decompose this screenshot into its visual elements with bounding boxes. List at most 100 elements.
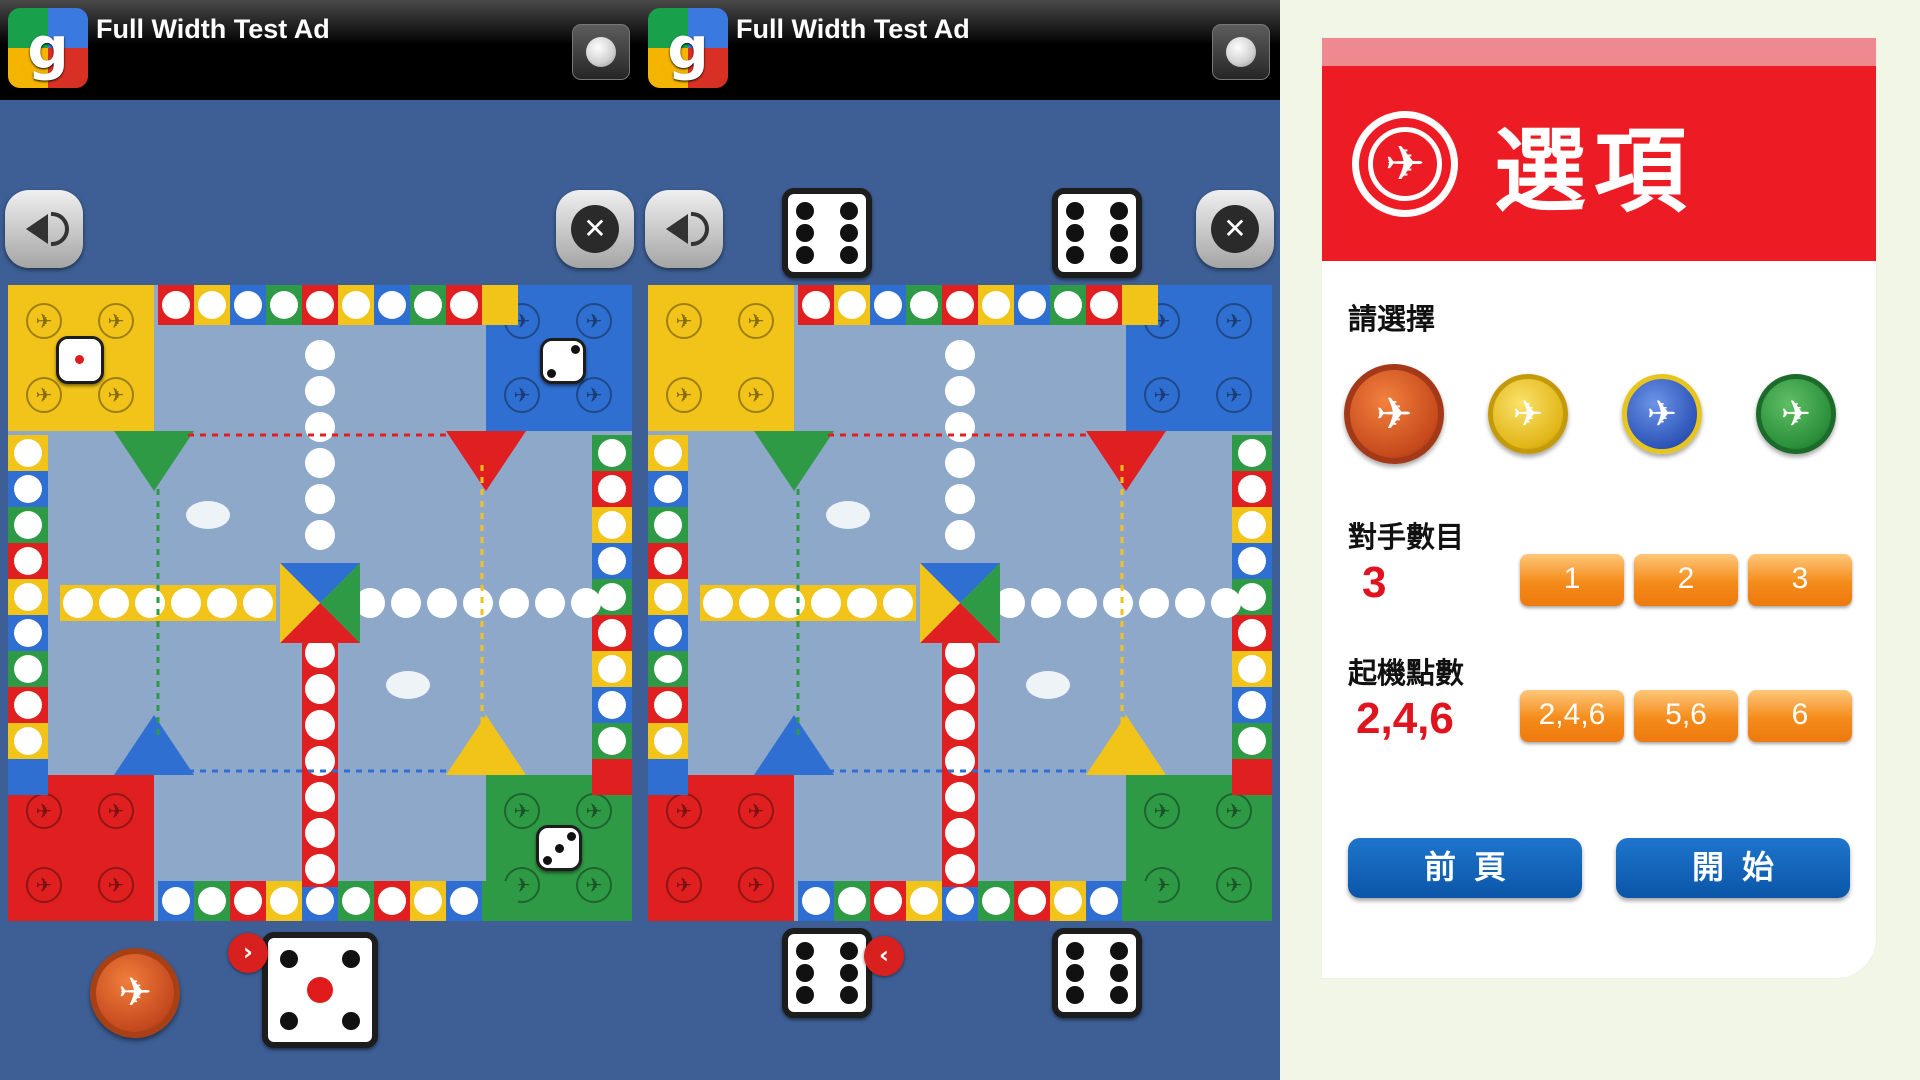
plane-mark-icon: ✈ [108, 383, 125, 407]
lane-dot-green [1175, 588, 1205, 618]
die-bottom-right[interactable] [1052, 928, 1142, 1018]
plane-mark-icon: ✈ [748, 873, 765, 897]
game-board[interactable]: ✈ ✈ ✈ ✈ ✈ ✈ ✈ ✈ ✈ ✈ ✈ ✈ ✈ ✈ ✈ ✈ [648, 285, 1272, 921]
track-dot [1238, 475, 1266, 503]
die-blue-home[interactable] [540, 338, 586, 384]
ad-logo-letter: g [27, 14, 69, 82]
track-dot [982, 291, 1010, 319]
ad-banner[interactable]: g Full Width Test Ad [640, 0, 1280, 100]
track-dot [654, 691, 682, 719]
track-dot [1054, 291, 1082, 319]
takeoff-button-6[interactable]: 6 [1748, 690, 1852, 742]
prev-page-button[interactable]: 前頁 [1348, 838, 1582, 898]
color-option-green[interactable]: ✈ [1756, 374, 1836, 454]
lane-dot-red [305, 782, 335, 812]
plane-mark-icon: ✈ [514, 799, 531, 823]
sound-button[interactable] [5, 190, 83, 268]
plane-mark-icon: ✈ [586, 309, 603, 333]
color-option-red[interactable]: ✈ [1344, 364, 1444, 464]
track-dot [162, 291, 190, 319]
start-button[interactable]: 開始 [1616, 838, 1850, 898]
lane-dot-yellow [739, 588, 769, 618]
die-pip [1110, 986, 1128, 1004]
track-dot [1018, 291, 1046, 319]
lane-dot-green [463, 588, 493, 618]
die-pip [341, 1011, 360, 1030]
close-button[interactable]: ✕ [1196, 190, 1274, 268]
track-dot [802, 887, 830, 915]
track-dot [910, 291, 938, 319]
cloud-icon [826, 501, 870, 529]
die-pip [566, 831, 576, 841]
game-screen-right: g Full Width Test Ad ✕ ✈ ✈ ✈ ✈ ✈ ✈ ✈ ✈ ✈ ✈ ✈ ✈ ✈ ✈ ✈ ✈ … [640, 0, 1280, 1080]
plane-mark-icon: ✈ [514, 383, 531, 407]
close-button[interactable]: ✕ [556, 190, 634, 268]
speaker-icon [666, 214, 688, 244]
lane-dot-green [1139, 588, 1169, 618]
takeoff-label: 起機點數 [1348, 656, 1465, 690]
game-board[interactable]: ✈ ✈ ✈ ✈ ✈ ✈ ✈ ✈ ✈ ✈ ✈ ✈ ✈ ✈ ✈ ✈ [8, 285, 632, 921]
die-pip [840, 986, 858, 1004]
track-dot [654, 655, 682, 683]
ad-title: Full Width Test Ad [96, 14, 330, 44]
die-pip [796, 986, 814, 1004]
track-dot [654, 439, 682, 467]
die-bottom-left[interactable] [782, 928, 872, 1018]
takeoff-button-56[interactable]: 5,6 [1634, 690, 1738, 742]
track-dot [1090, 887, 1118, 915]
track-dot [838, 291, 866, 319]
lane-dot-yellow [207, 588, 237, 618]
opponents-label: 對手數目 [1348, 520, 1465, 554]
track-dot [838, 887, 866, 915]
opponents-button-1[interactable]: 1 [1520, 554, 1624, 606]
cloud-icon [386, 671, 430, 699]
track-dot [1238, 547, 1266, 575]
track-dot [14, 547, 42, 575]
track-dot [874, 887, 902, 915]
die-pip [542, 855, 552, 865]
ad-banner[interactable]: g Full Width Test Ad [0, 0, 640, 100]
die-pip [280, 950, 299, 969]
track-dot [1238, 655, 1266, 683]
lane-dot-green [391, 588, 421, 618]
game-screen-left: g Full Width Test Ad ✕ ✈ ✈ ✈ ✈ ✈ ✈ ✈ ✈ ✈ ✈ ✈ ✈ ✈ ✈ ✈ ✈ … [0, 0, 640, 1080]
lane-dot-blue [305, 340, 335, 370]
opponents-button-3[interactable]: 3 [1748, 554, 1852, 606]
plane-mark-icon: ✈ [36, 383, 53, 407]
die-pip [1110, 964, 1128, 982]
opponents-button-2[interactable]: 2 [1634, 554, 1738, 606]
track-dot [450, 887, 478, 915]
dice-roll-button[interactable] [262, 932, 378, 1048]
die-red-home[interactable] [56, 336, 104, 384]
color-option-yellow[interactable]: ✈ [1488, 374, 1568, 454]
track-square [1122, 285, 1158, 325]
takeoff-button-246[interactable]: 2,4,6 [1520, 690, 1624, 742]
track-dot [654, 619, 682, 647]
track-dot [598, 547, 626, 575]
die-pip [1110, 224, 1128, 242]
lane-dot-yellow [703, 588, 733, 618]
sound-button[interactable] [645, 190, 723, 268]
track-dot [198, 887, 226, 915]
plane-mark-icon: ✈ [586, 799, 603, 823]
track-dot [946, 887, 974, 915]
die-pip [1066, 224, 1084, 242]
lane-dot-red [945, 674, 975, 704]
die-top-right[interactable] [1052, 188, 1142, 278]
corner-triangle [114, 431, 194, 491]
track-dot [342, 887, 370, 915]
options-title: 選項 [1494, 118, 1695, 225]
globe-icon[interactable] [572, 24, 630, 80]
lane-dot-red [305, 710, 335, 740]
die-top-left[interactable] [782, 188, 872, 278]
lane-dot-yellow [883, 588, 913, 618]
track-dot [654, 475, 682, 503]
globe-icon[interactable] [1212, 24, 1270, 80]
die-green-home[interactable] [536, 825, 582, 871]
track-dot [234, 291, 262, 319]
lane-dot-blue [305, 520, 335, 550]
track-dot [378, 291, 406, 319]
track-dot [1018, 887, 1046, 915]
color-option-blue[interactable]: ✈ [1622, 374, 1702, 454]
board-graphic: ✈ ✈✈ ✈✈ ✈✈ ✈✈ ✈✈ ✈✈ ✈✈ ✈ [8, 285, 632, 921]
